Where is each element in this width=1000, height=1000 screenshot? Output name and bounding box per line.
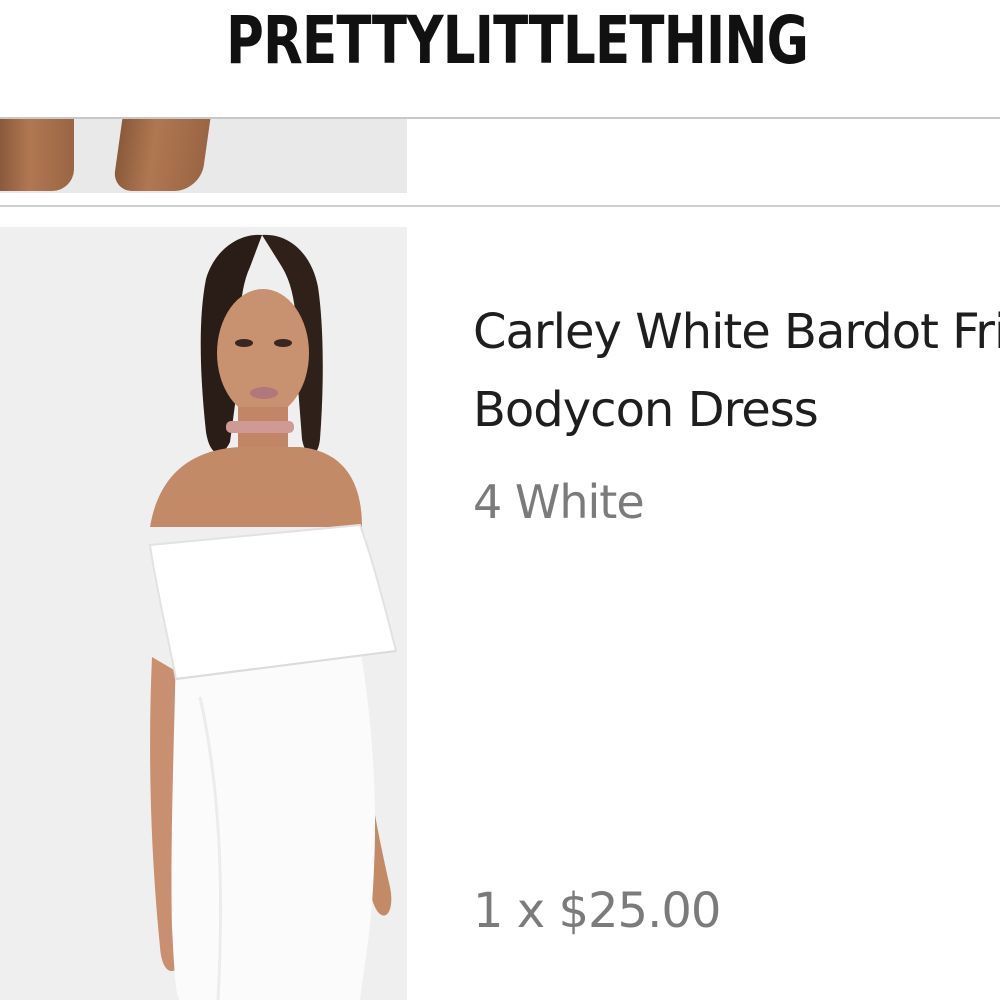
cart-item: Carley White Bardot Frill Bodycon Dress … [0, 227, 1000, 1000]
item-divider [0, 205, 1000, 207]
product-photo-icon [0, 227, 407, 1000]
previous-cart-item [0, 119, 1000, 207]
previous-product-thumbnail[interactable] [0, 119, 407, 193]
product-name-line-1: Carley White Bardot Frill [473, 304, 1000, 360]
quantity-price: 1 x $25.00 [473, 883, 721, 939]
cart-page: PRETTYLITTLETHING Carley White Bardot Fr… [0, 0, 1000, 1000]
site-header: PRETTYLITTLETHING [0, 0, 1000, 117]
product-name[interactable]: Carley White Bardot Frill Bodycon Dress [473, 293, 1000, 449]
model-leg-right [112, 119, 212, 191]
product-thumbnail[interactable] [0, 227, 407, 1000]
product-variant: 4 White [473, 475, 645, 529]
model-leg-left [0, 119, 74, 191]
brand-logo[interactable]: PRETTYLITTLETHING [127, 2, 907, 80]
product-name-line-2: Bodycon Dress [473, 382, 819, 438]
